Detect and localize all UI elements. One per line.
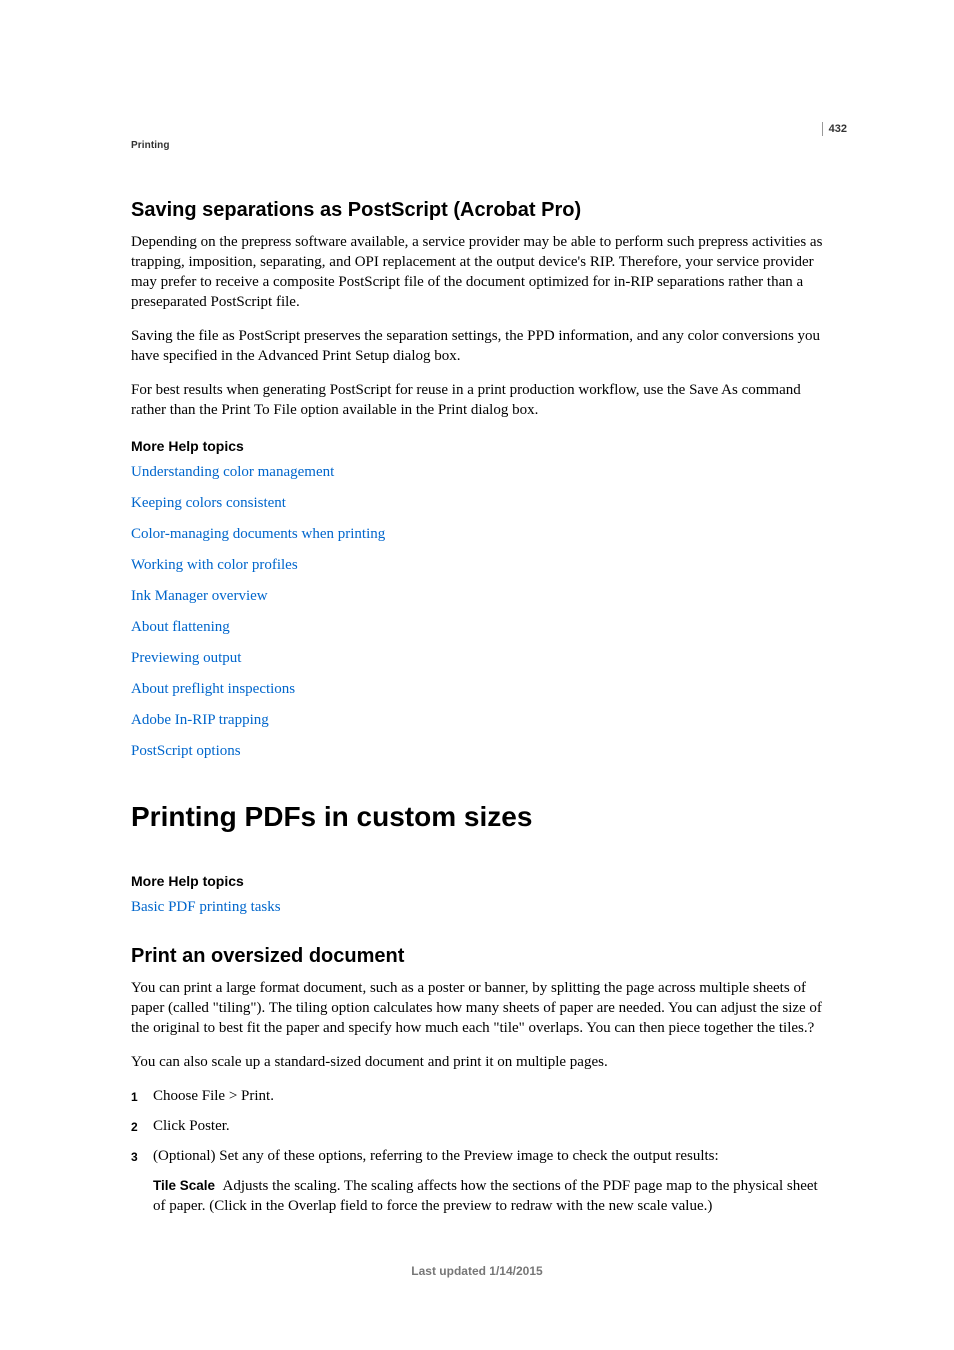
heading-saving-separations: Saving separations as PostScript (Acroba… (131, 199, 823, 222)
paragraph: Saving the file as PostScript preserves … (131, 326, 823, 366)
help-link[interactable]: Basic PDF printing tasks (131, 897, 823, 917)
footer-last-updated: Last updated 1/14/2015 (0, 1264, 954, 1278)
help-link[interactable]: Ink Manager overview (131, 586, 823, 606)
heading-print-oversized: Print an oversized document (131, 945, 823, 968)
paragraph: You can also scale up a standard-sized d… (131, 1052, 823, 1072)
more-help-heading: More Help topics (131, 873, 823, 889)
help-links-list: Basic PDF printing tasks (131, 897, 823, 917)
paragraph: You can print a large format document, s… (131, 978, 823, 1038)
steps-list: Choose File > Print. Click Poster. (Opti… (131, 1086, 823, 1166)
help-link[interactable]: PostScript options (131, 741, 823, 761)
paragraph: Depending on the prepress software avail… (131, 232, 823, 312)
definition-block: Tile Scale Adjusts the scaling. The scal… (153, 1176, 823, 1216)
help-links-list: Understanding color management Keeping c… (131, 462, 823, 761)
definition-term: Tile Scale (153, 1178, 215, 1193)
step-item: Click Poster. (131, 1116, 823, 1136)
paragraph: For best results when generating PostScr… (131, 380, 823, 420)
heading-printing-pdfs-custom-sizes: Printing PDFs in custom sizes (131, 801, 823, 833)
help-link[interactable]: About flattening (131, 617, 823, 637)
step-item: Choose File > Print. (131, 1086, 823, 1106)
page-content: Printing Saving separations as PostScrip… (131, 140, 823, 1216)
help-link[interactable]: Working with color profiles (131, 555, 823, 575)
help-link[interactable]: Previewing output (131, 648, 823, 668)
step-item: (Optional) Set any of these options, ref… (131, 1146, 823, 1166)
page-number: 432 (822, 122, 847, 136)
help-link[interactable]: Understanding color management (131, 462, 823, 482)
help-link[interactable]: Adobe In-RIP trapping (131, 710, 823, 730)
help-link[interactable]: Keeping colors consistent (131, 493, 823, 513)
section-label: Printing (131, 140, 823, 151)
help-link[interactable]: About preflight inspections (131, 679, 823, 699)
help-link[interactable]: Color-managing documents when printing (131, 524, 823, 544)
more-help-heading: More Help topics (131, 438, 823, 454)
definition-body: Adjusts the scaling. The scaling affects… (153, 1178, 818, 1214)
